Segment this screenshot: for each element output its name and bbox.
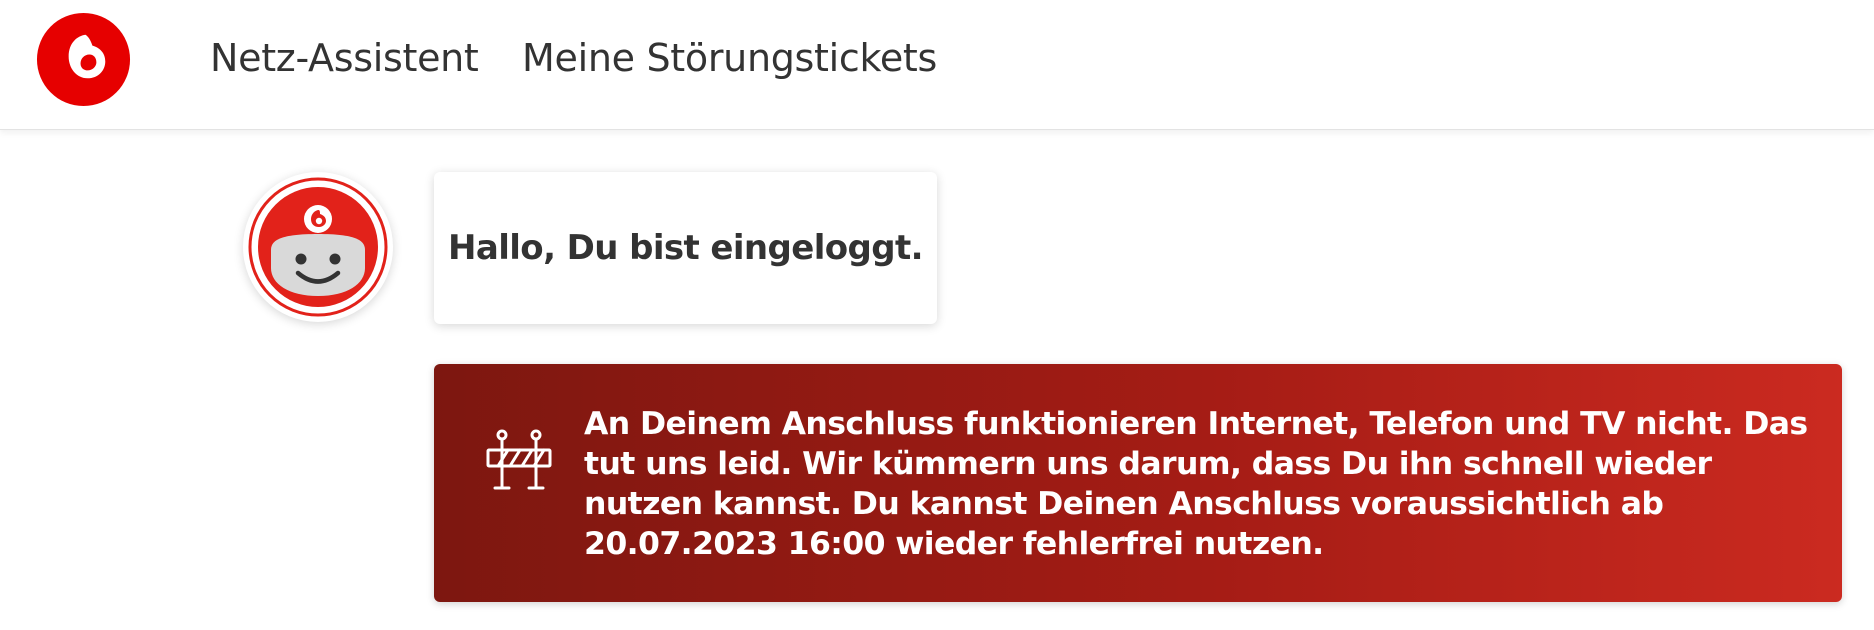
greeting-text: Hallo, Du bist eingeloggt. bbox=[448, 228, 924, 268]
vodafone-logo-icon[interactable] bbox=[34, 10, 133, 109]
assistant-robot-avatar-icon bbox=[243, 172, 393, 322]
outage-alert-banner: An Deinem Anschluss funktionieren Intern… bbox=[434, 364, 1842, 602]
top-navigation-bar: Netz-Assistent Meine Störungstickets bbox=[0, 0, 1874, 130]
nav-netz-assistent[interactable]: Netz-Assistent bbox=[210, 36, 479, 80]
road-barrier-icon bbox=[484, 426, 554, 496]
greeting-message-bubble: Hallo, Du bist eingeloggt. bbox=[434, 172, 937, 324]
nav-meine-stoerungstickets[interactable]: Meine Störungstickets bbox=[522, 36, 937, 80]
outage-alert-message: An Deinem Anschluss funktionieren Intern… bbox=[584, 406, 1808, 562]
